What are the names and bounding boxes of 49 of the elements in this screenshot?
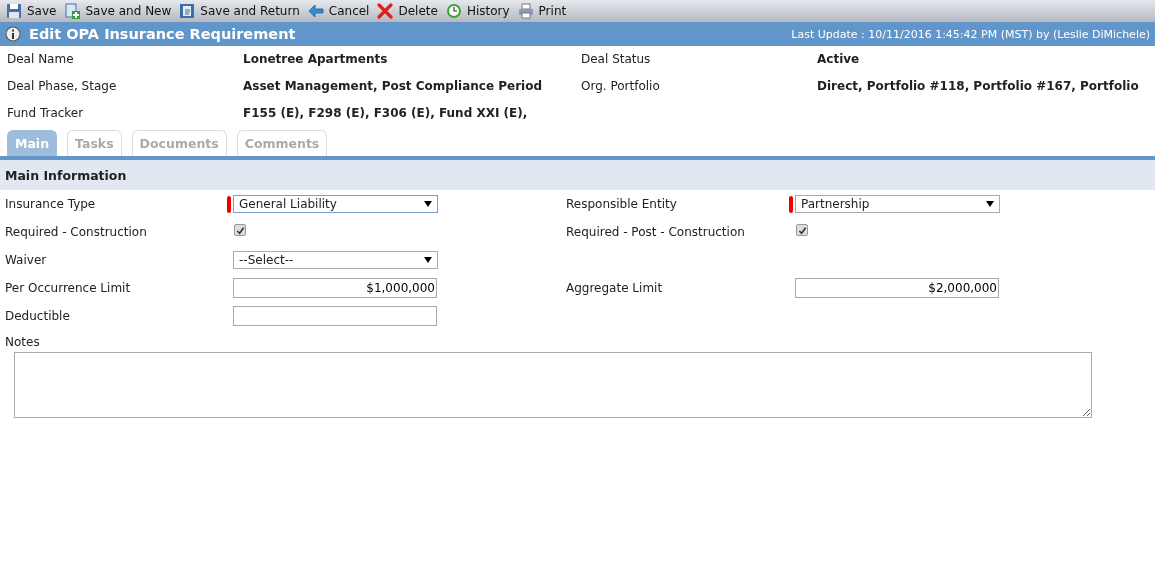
detail-label: Deal Name — [7, 51, 75, 68]
caret-icon — [424, 256, 432, 264]
caret-icon — [424, 200, 432, 208]
text-field[interactable]: $2,000,000 — [795, 278, 999, 298]
detail-value: Active — [817, 51, 861, 68]
field-label: Insurance Type — [5, 196, 97, 213]
detail-value: Direct, Portfolio #118, Portfolio #167, Portfolio — [817, 78, 1140, 95]
back-arrow-icon — [307, 3, 324, 19]
text-field[interactable] — [233, 306, 437, 326]
field-label: Deductible — [5, 308, 71, 325]
document-plus-icon — [64, 3, 81, 19]
detail-label: Deal Phase, Stage — [7, 78, 118, 95]
notes-field[interactable] — [14, 352, 1092, 418]
detail-label: Deal Status — [581, 51, 652, 68]
field-label: Required - Post - Construction — [566, 224, 746, 241]
x-icon — [377, 3, 394, 19]
toolbar-button[interactable]: Save — [4, 1, 61, 21]
caret-icon — [986, 200, 994, 208]
text-field[interactable]: $1,000,000 — [233, 278, 437, 298]
detail-value: Asset Management, Post Compliance Period — [243, 78, 544, 95]
toolbar-button[interactable]: History — [443, 1, 514, 21]
printer-icon — [517, 3, 534, 19]
detail-label: Fund Tracker — [7, 105, 85, 122]
checkbox[interactable] — [234, 224, 246, 236]
detail-label: Org. Portfolio — [581, 78, 661, 95]
field-label: Aggregate Limit — [566, 280, 664, 297]
dropdown[interactable]: General Liability — [233, 195, 438, 213]
clock-icon — [445, 3, 462, 19]
toolbar-button[interactable]: Cancel — [305, 1, 374, 21]
checkbox[interactable] — [796, 224, 808, 236]
dropdown[interactable]: Partnership — [795, 195, 1000, 213]
page-title: Edit OPA Insurance Requirement — [29, 26, 296, 42]
toolbar-button[interactable]: Save and Return — [177, 1, 304, 21]
info-icon — [5, 26, 21, 42]
toolbar-button[interactable]: Save and New — [62, 1, 176, 21]
toolbar-button[interactable]: Delete — [375, 1, 442, 21]
field-label: Responsible Entity — [566, 196, 678, 213]
field-label: Notes — [4, 334, 41, 350]
last-update-text: Last Update : 10/11/2016 1:45:42 PM (MST) by (Leslie DiMichele) — [791, 27, 1150, 41]
floppy-icon — [6, 3, 22, 19]
detail-value: Lonetree Apartments — [243, 51, 389, 68]
detail-value: F155 (E), F298 (E), F306 (E), Fund XXI (E), — [243, 105, 529, 122]
toolbar-button[interactable]: Print — [515, 1, 571, 21]
field-label: Waiver — [5, 252, 48, 269]
document-return-icon — [179, 3, 196, 19]
field-label: Required - Construction — [5, 224, 148, 241]
field-label: Per Occurrence Limit — [5, 280, 132, 297]
dropdown[interactable]: --Select-- — [233, 251, 438, 269]
section-title: Main Information — [5, 167, 127, 183]
